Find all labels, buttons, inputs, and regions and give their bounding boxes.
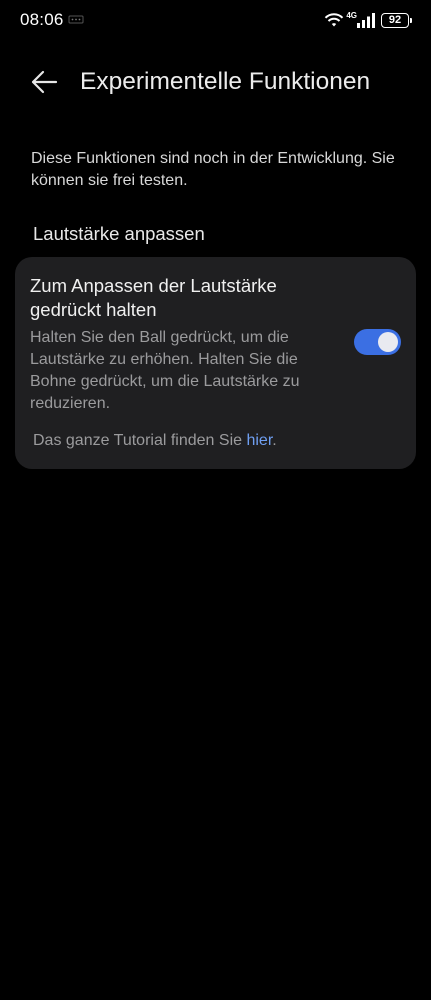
volume-setting-card: Zum Anpassen der Lautstärke gedrückt hal…: [15, 257, 416, 469]
wifi-icon: [325, 13, 344, 27]
network-type: 4G: [346, 10, 357, 20]
header: Experimentelle Funktionen: [0, 52, 431, 112]
tutorial-text: Das ganze Tutorial finden Sie: [33, 432, 247, 449]
toggle-knob: [378, 332, 398, 352]
setting-title: Zum Anpassen der Lautstärke gedrückt hal…: [30, 275, 277, 320]
status-icons: 4G 92: [324, 10, 412, 29]
tutorial-footer: Das ganze Tutorial finden Sie hier.: [33, 432, 277, 450]
status-time: 08:06: [20, 10, 64, 29]
back-button[interactable]: [26, 64, 62, 100]
status-bar: 08:06 4G 92: [0, 0, 431, 40]
volume-hold-toggle[interactable]: [354, 329, 401, 355]
arrow-left-icon: [31, 70, 58, 94]
battery-icon: 92: [381, 12, 412, 28]
setting-description: Halten Sie den Ball gedrückt, um die Lau…: [30, 329, 300, 412]
signal-icon: [357, 12, 375, 28]
page-title: Experimentelle Funktionen: [80, 68, 371, 95]
tutorial-text-end: .: [272, 432, 277, 449]
page-description: Diese Funktionen sind noch in der Entwic…: [31, 150, 395, 189]
battery-level: 92: [388, 14, 402, 26]
section-title: Lautstärke anpassen: [33, 223, 205, 244]
tutorial-link[interactable]: hier: [246, 432, 272, 449]
notification-dots-icon: [68, 15, 84, 24]
